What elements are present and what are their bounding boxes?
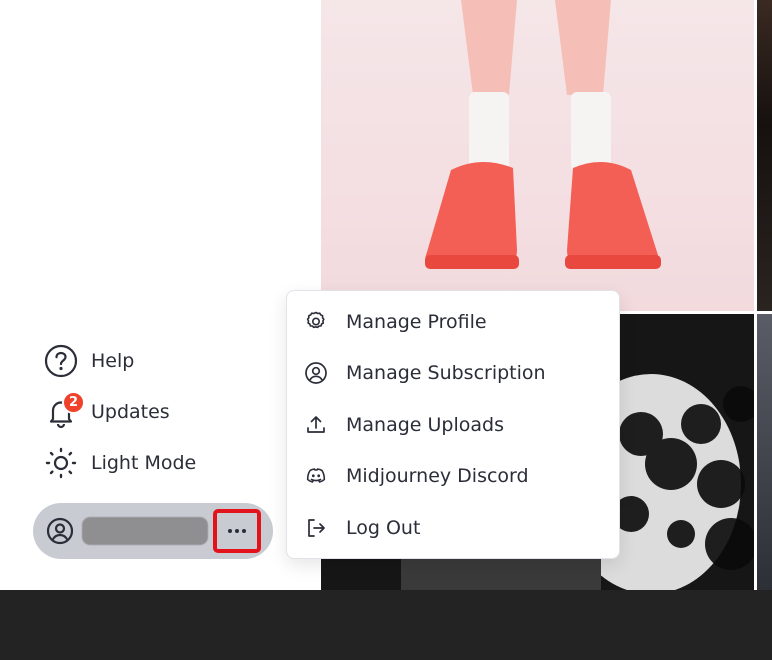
logout-icon [303,515,329,541]
ellipsis-icon [228,529,232,533]
gallery-image-sneakers[interactable] [321,0,754,311]
account-menu: Manage Profile Manage Subscription Manag… [286,290,620,559]
discord-icon [303,463,329,489]
menu-item-midjourney-discord[interactable]: Midjourney Discord [303,458,603,494]
sidebar: Help 2 Updates Light Mode [0,0,320,590]
menu-item-label: Log Out [346,517,421,539]
menu-item-manage-uploads[interactable]: Manage Uploads [303,407,603,443]
gallery-image-partial[interactable] [757,0,772,311]
menu-item-label: Midjourney Discord [346,465,529,487]
more-options-button[interactable] [213,509,261,553]
menu-item-label: Manage Subscription [346,362,546,384]
gear-icon [303,309,329,335]
notification-badge: 2 [62,391,85,414]
sidebar-item-help[interactable]: Help [44,344,134,378]
bottom-bar [0,590,772,660]
menu-item-log-out[interactable]: Log Out [303,510,603,546]
sidebar-item-updates[interactable]: 2 Updates [44,391,170,429]
account-button[interactable] [33,503,273,559]
sidebar-item-light-mode[interactable]: Light Mode [44,446,196,480]
menu-item-manage-subscription[interactable]: Manage Subscription [303,355,603,391]
menu-item-label: Manage Uploads [346,414,504,436]
bell-icon: 2 [44,391,85,429]
username-redacted [82,517,208,545]
user-circle-icon [46,517,74,545]
upload-icon [303,412,329,438]
sun-icon [44,446,78,480]
menu-item-manage-profile[interactable]: Manage Profile [303,304,603,340]
sidebar-item-label: Light Mode [91,452,197,474]
sidebar-item-label: Updates [91,401,170,423]
sidebar-item-label: Help [91,350,135,372]
menu-item-label: Manage Profile [346,311,487,333]
user-circle-icon [303,360,329,386]
help-circle-icon [44,344,78,378]
gallery-image-partial[interactable] [757,314,772,590]
